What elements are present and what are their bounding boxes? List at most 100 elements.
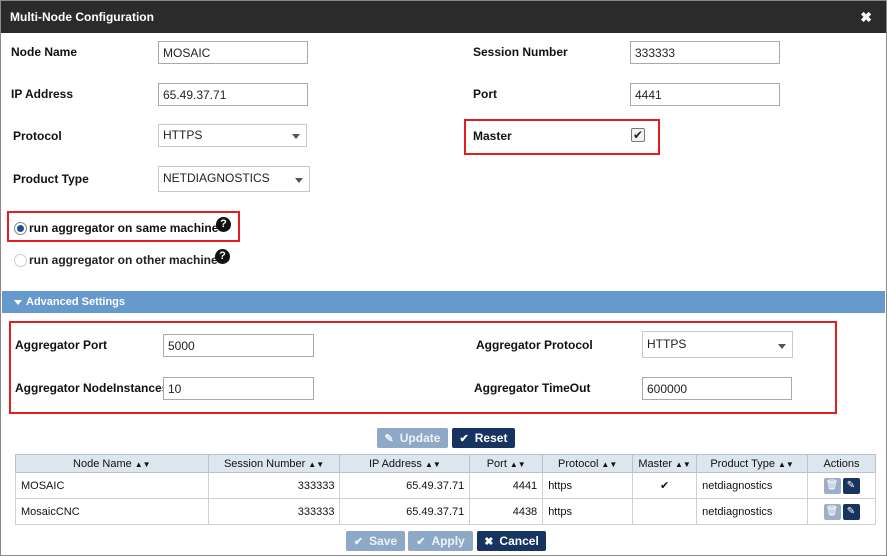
column-header-port[interactable]: Port ▲▼ [469,454,544,473]
cell-master: ✔ [632,472,698,499]
cell-session-number: 333333 [207,498,341,525]
ip-address-label: IP Address [11,87,74,101]
advanced-settings-toggle[interactable]: Advanced Settings [2,291,885,313]
cell-port: 4441 [469,472,544,499]
check-icon: ✔ [459,433,469,445]
ip-address-input[interactable] [158,83,308,106]
chevron-down-icon [778,344,786,349]
aggregator-nodeinstances-label: Aggregator NodeInstances [15,381,169,395]
column-header-master[interactable]: Master ▲▼ [632,454,698,473]
product-type-label: Product Type [13,172,89,186]
column-header-product-type[interactable]: Product Type ▲▼ [696,454,809,473]
cell-product-type: netdiagnostics [696,472,809,499]
column-header-ip-address[interactable]: IP Address ▲▼ [339,454,471,473]
cell-ip-address: 65.49.37.71 [339,498,471,525]
cell-ip-address: 65.49.37.71 [339,472,471,499]
protocol-label: Protocol [13,129,62,143]
check-icon: ✔ [632,128,644,142]
chevron-down-icon [292,134,300,139]
close-icon[interactable]: ✖ [860,9,872,26]
protocol-selected-value: HTTPS [163,128,203,142]
sort-icon: ▲▼ [308,459,325,469]
cell-actions: 🗑 ✎ [807,472,876,499]
column-header-label: Port [486,457,507,470]
cell-protocol: https [542,472,634,499]
cell-session-number: 333333 [207,472,341,499]
caret-down-icon [14,300,22,305]
column-header-session-number[interactable]: Session Number ▲▼ [207,454,341,473]
pencil-icon: ✎ [384,433,394,445]
check-icon: ✔ [416,536,426,548]
session-number-input[interactable] [630,41,780,64]
advanced-settings-label: Advanced Settings [26,296,126,308]
master-checkbox[interactable]: ✔ [631,128,645,142]
pencil-icon[interactable]: ✎ [842,503,860,520]
column-header-label: IP Address [368,457,422,470]
session-number-label: Session Number [473,45,568,59]
product-type-select[interactable]: NETDIAGNOSTICS [158,166,310,192]
dialog-title-bar: Multi-Node Configuration ✖ [1,1,886,33]
sort-icon: ▲▼ [134,459,151,469]
aggregator-port-label: Aggregator Port [15,338,108,352]
radio-aggregator-other-machine[interactable] [14,254,27,267]
sort-icon: ▲▼ [424,459,441,469]
cell-node-name: MOSAIC [15,472,209,499]
check-icon: ✔ [353,536,364,548]
cancel-button[interactable]: ✖ Cancel [477,531,546,551]
save-button-label: Save [369,534,398,548]
close-icon: ✖ [484,536,494,548]
aggregator-protocol-select[interactable]: HTTPS [642,331,793,358]
column-header-label: Product Type [710,457,775,470]
column-header-label: Actions [823,457,860,470]
question-circle-icon[interactable]: ? [215,249,230,264]
cell-node-name: MosaicCNC [15,498,209,525]
cell-product-type: netdiagnostics [696,498,809,525]
sort-icon: ▲▼ [675,459,691,469]
cancel-button-label: Cancel [499,534,539,548]
apply-button[interactable]: ✔ Apply [408,531,473,551]
aggregator-timeout-label: Aggregator TimeOut [474,381,591,395]
sort-icon: ▲▼ [777,459,794,469]
sort-icon: ▲▼ [509,459,526,469]
trash-icon[interactable]: 🗑 [823,477,841,494]
node-name-label: Node Name [11,45,78,59]
pencil-icon[interactable]: ✎ [842,477,860,494]
reset-button-label: Reset [474,431,508,445]
update-button[interactable]: ✎ Update [377,428,448,448]
table-header-row: Node Name ▲▼ Session Number ▲▼ IP Address ▲… [15,454,876,473]
port-label: Port [473,87,497,101]
column-header-protocol[interactable]: Protocol ▲▼ [542,454,634,473]
column-header-label: Node Name [73,457,132,470]
chevron-down-icon [295,178,303,183]
cell-master [632,498,698,525]
aggregator-nodeinstances-input[interactable] [163,377,314,400]
nodes-table: Node Name ▲▼ Session Number ▲▼ IP Address ▲… [15,454,876,525]
product-type-selected-value: NETDIAGNOSTICS [163,171,270,185]
dialog-title: Multi-Node Configuration [10,10,154,24]
question-circle-icon[interactable]: ? [216,217,231,232]
radio-aggregator-same-machine[interactable] [14,222,27,235]
column-header-node-name[interactable]: Node Name ▲▼ [15,454,209,473]
update-button-label: Update [399,431,441,445]
protocol-select[interactable]: HTTPS [158,124,307,147]
reset-button[interactable]: ✔ Reset [452,428,515,448]
aggregator-port-input[interactable] [163,334,314,357]
column-header-label: Master [638,457,672,470]
multi-node-configuration-dialog: Multi-Node Configuration ✖ Node Name Ses… [0,0,887,556]
table-row[interactable]: MOSAIC 333333 65.49.37.71 4441 https ✔ n… [15,472,876,499]
aggregator-protocol-selected-value: HTTPS [647,337,687,351]
sort-icon: ▲▼ [601,459,618,469]
column-header-label: Protocol [558,457,599,470]
column-header-actions: Actions [807,454,876,473]
radio-aggregator-same-machine-label: run aggregator on same machine [29,221,219,235]
save-button[interactable]: ✔ Save [346,531,405,551]
trash-icon[interactable]: 🗑 [823,503,841,520]
aggregator-timeout-input[interactable] [642,377,792,400]
master-label: Master [473,129,512,143]
aggregator-protocol-label: Aggregator Protocol [476,338,593,352]
node-name-input[interactable] [158,41,308,64]
apply-button-label: Apply [431,534,465,548]
table-row[interactable]: MosaicCNC 333333 65.49.37.71 4438 https … [15,498,876,525]
port-input[interactable] [630,83,780,106]
radio-aggregator-other-machine-label: run aggregator on other machine [29,253,218,267]
